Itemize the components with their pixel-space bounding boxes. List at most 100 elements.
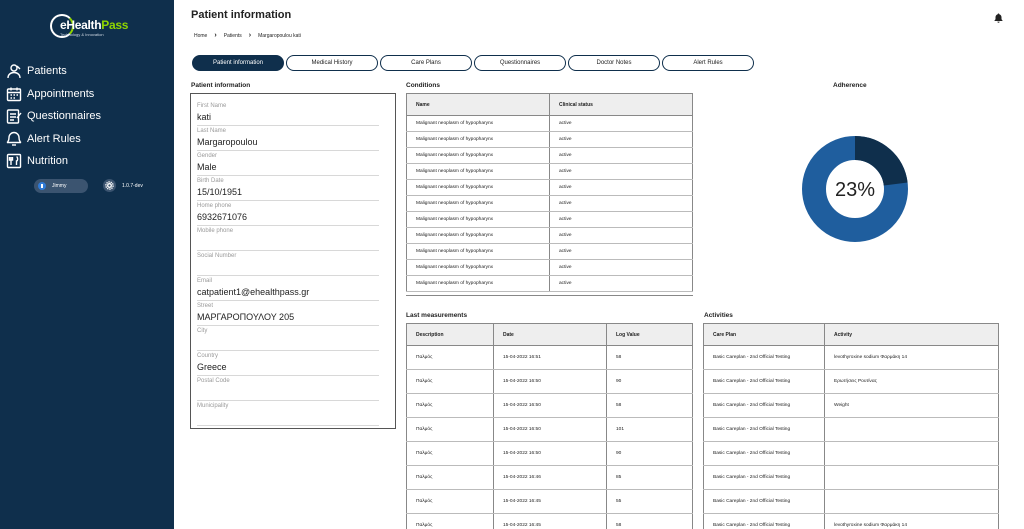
field-label: Gender — [197, 153, 218, 159]
table-cell: active — [549, 115, 693, 132]
table-row[interactable]: Malignant neoplasm of hypopharynx active — [406, 275, 693, 292]
breadcrumb-current: Margaropoulou kati — [258, 32, 301, 39]
tab-doctor-notes[interactable]: Doctor Notes — [568, 55, 660, 71]
sidebar-item-alert-rules[interactable]: Alert Rules — [6, 128, 170, 151]
table-row[interactable]: Malignant neoplasm of hypopharynx active — [406, 163, 693, 180]
column-header[interactable]: Date — [493, 323, 607, 346]
tab-patient-information[interactable]: Patient information — [192, 55, 284, 71]
table-cell: Παλμός — [406, 417, 494, 442]
table-row[interactable]: Malignant neoplasm of hypopharynx active — [406, 211, 693, 228]
tab-care-plans[interactable]: Care Plans — [380, 55, 472, 71]
table-row[interactable]: Basic Careplan - 2nd Official Testing Ερω… — [703, 369, 999, 394]
conditions-table-wrapper[interactable]: Name Clinical status Malignant neoplasm of… — [406, 93, 693, 296]
table-cell: 15-04-2022 16:45 — [493, 513, 607, 529]
chevron-right-icon: › — [248, 32, 252, 39]
sidebar-item-patients[interactable]: Patients — [6, 60, 170, 83]
table-cell: 15-04-2022 16:45 — [493, 489, 607, 514]
table-row[interactable]: Παλμός 15-04-2022 16:50 101 — [406, 417, 693, 442]
adherence-donut-chart: 23% — [802, 136, 908, 242]
column-header[interactable]: Log Value — [606, 323, 693, 346]
bell-icon[interactable] — [994, 10, 1003, 23]
patient-field[interactable]: Social Number — [197, 251, 379, 276]
patient-field[interactable]: Municipality — [197, 401, 379, 426]
table-row[interactable]: Παλμός 15-04-2022 16:50 90 — [406, 369, 693, 394]
table-cell — [824, 489, 999, 514]
ehealthpass-logo[interactable]: eHealthPass Technology & Innovation — [50, 12, 128, 42]
column-header[interactable]: Care Plan — [703, 323, 825, 346]
patient-field[interactable]: Last Name Margaropoulou — [197, 126, 379, 151]
column-header[interactable]: Name — [406, 93, 550, 116]
breadcrumb-patients[interactable]: Patients — [224, 33, 242, 39]
field-value: catpatient1@ehealthpass.gr — [197, 287, 310, 297]
page-title: Patient information — [191, 9, 292, 21]
field-label: Home phone — [197, 203, 232, 209]
table-cell: 15-04-2022 16:50 — [493, 369, 607, 394]
column-header[interactable]: Description — [406, 323, 494, 346]
patient-field[interactable]: Home phone 6932671076 — [197, 201, 379, 226]
table-cell: Ερωτήσεις Ρουτίνας — [824, 369, 999, 394]
table-row[interactable]: Malignant neoplasm of hypopharynx active — [406, 243, 693, 260]
patient-tabs: Patient information Medical History Care… — [192, 55, 756, 71]
patient-field[interactable]: Street ΜΑΡΓΑΡΟΠΟΥΛΟΥ 205 — [197, 301, 379, 326]
user-name: Jimmy — [52, 183, 67, 189]
activities-table-wrapper[interactable]: Care Plan Activity Basic Careplan - 2nd Of… — [703, 323, 999, 529]
table-row[interactable]: Malignant neoplasm of hypopharynx active — [406, 179, 693, 196]
table-row[interactable]: Malignant neoplasm of hypopharynx active — [406, 227, 693, 244]
patient-field[interactable]: First Name kati — [197, 101, 379, 126]
table-row[interactable]: Παλμός 15-04-2022 16:46 85 — [406, 465, 693, 490]
table-row[interactable]: Malignant neoplasm of hypopharynx active — [406, 147, 693, 164]
activities-title: Activities — [704, 312, 733, 319]
patient-field[interactable]: Postal Code — [197, 376, 379, 401]
nutrition-icon — [6, 153, 22, 169]
gear-icon[interactable] — [103, 179, 116, 192]
table-cell: 58 — [606, 345, 693, 370]
patient-field[interactable]: City — [197, 326, 379, 351]
sidebar-item-questionnaires[interactable]: Questionnaires — [6, 105, 170, 128]
field-value: Margaropoulou — [197, 137, 258, 147]
table-row[interactable]: Malignant neoplasm of hypopharynx active — [406, 259, 693, 276]
tab-questionnaires[interactable]: Questionnaires — [474, 55, 566, 71]
column-header[interactable]: Activity — [824, 323, 999, 346]
sidebar-item-label: Nutrition — [27, 155, 68, 168]
conditions-table: Name Clinical status Malignant neoplasm of… — [406, 93, 693, 292]
patient-field[interactable]: Mobile phone — [197, 226, 379, 251]
table-row[interactable]: Παλμός 15-04-2022 16:45 58 — [406, 513, 693, 529]
table-cell: Malignant neoplasm of hypopharynx — [406, 163, 550, 180]
version-label: 1.0.7-dev — [122, 182, 143, 189]
table-row[interactable]: Malignant neoplasm of hypopharynx active — [406, 115, 693, 132]
patient-info-panel: First Name kati Last Name Margaropoulou Gend… — [190, 93, 396, 429]
logo-tagline: Technology & Innovation — [60, 32, 104, 37]
table-row[interactable]: Basic Careplan - 2nd Official Testing — [703, 441, 999, 466]
table-row[interactable]: Basic Careplan - 2nd Official Testing lev… — [703, 345, 999, 370]
table-row[interactable]: Malignant neoplasm of hypopharynx active — [406, 195, 693, 212]
field-label: Social Number — [197, 253, 237, 259]
patient-field[interactable]: Gender Male — [197, 151, 379, 176]
table-cell: 15-04-2022 16:50 — [493, 417, 607, 442]
sidebar-item-nutrition[interactable]: Nutrition — [6, 150, 170, 173]
tab-medical-history[interactable]: Medical History — [286, 55, 378, 71]
sidebar-item-label: Questionnaires — [27, 110, 101, 123]
patient-field[interactable]: Country Greece — [197, 351, 379, 376]
sidebar-item-appointments[interactable]: Appointments — [6, 83, 170, 106]
patient-field[interactable]: Birth Date 15/10/1951 — [197, 176, 379, 201]
table-row[interactable]: Παλμός 15-04-2022 16:50 58 — [406, 393, 693, 418]
measurements-table-wrapper[interactable]: Description Date Log Value Παλμός 15-04-2022… — [406, 323, 693, 529]
table-row[interactable]: Παλμός 15-04-2022 16:50 90 — [406, 441, 693, 466]
table-row[interactable]: Basic Careplan - 2nd Official Testing — [703, 465, 999, 490]
table-row[interactable]: Basic Careplan - 2nd Official Testing — [703, 489, 999, 514]
table-cell: Malignant neoplasm of hypopharynx — [406, 115, 550, 132]
table-row[interactable]: Παλμός 15-04-2022 16:45 55 — [406, 489, 693, 514]
field-label: Street — [197, 303, 214, 309]
breadcrumb-home[interactable]: Home — [194, 33, 207, 39]
adherence-title: Adherence — [833, 82, 867, 89]
table-row[interactable]: Παλμός 15-04-2022 16:51 58 — [406, 345, 693, 370]
user-badge[interactable]: Jimmy — [34, 179, 88, 193]
table-row[interactable]: Basic Careplan - 2nd Official Testing Wei… — [703, 393, 999, 418]
table-row[interactable]: Basic Careplan - 2nd Official Testing lev… — [703, 513, 999, 529]
patient-field[interactable]: Email catpatient1@ehealthpass.gr — [197, 276, 379, 301]
table-row[interactable]: Basic Careplan - 2nd Official Testing — [703, 417, 999, 442]
tab-alert-rules[interactable]: Alert Rules — [662, 55, 754, 71]
table-row[interactable]: Malignant neoplasm of hypopharynx active — [406, 131, 693, 148]
column-header[interactable]: Clinical status — [549, 93, 693, 116]
table-cell: Malignant neoplasm of hypopharynx — [406, 243, 550, 260]
